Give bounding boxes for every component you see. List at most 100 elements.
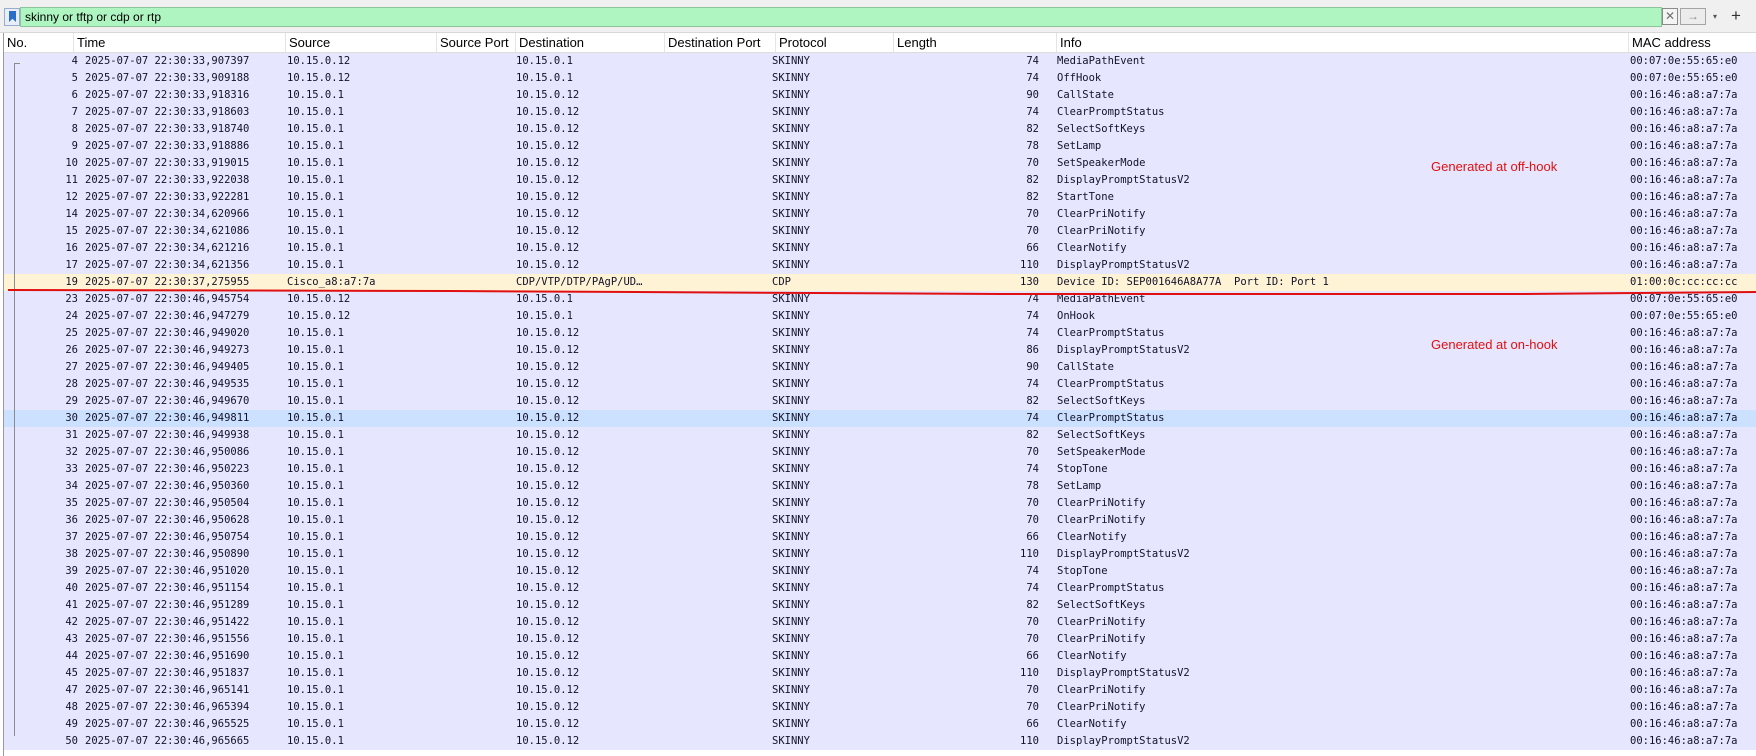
packet-protocol: SKINNY [772,446,810,458]
packet-row[interactable]: 42 2025-07-07 22:30:46,951422 10.15.0.1 10.… [4,614,1756,631]
packet-length: 70 [1026,208,1039,220]
packet-destination: 10.15.0.1 [516,72,573,84]
packet-row[interactable]: 33 2025-07-07 22:30:46,950223 10.15.0.1 10.… [4,461,1756,478]
packet-source: 10.15.0.1 [287,480,344,492]
packet-info: ClearPriNotify [1057,514,1146,526]
packet-row[interactable]: 34 2025-07-07 22:30:46,950360 10.15.0.1 10.… [4,478,1756,495]
packet-row[interactable]: 35 2025-07-07 22:30:46,950504 10.15.0.1 10.… [4,495,1756,512]
packet-row[interactable]: 16 2025-07-07 22:30:34,621216 10.15.0.1 10.… [4,240,1756,257]
packet-mac-address: 00:07:0e:55:65:e0 [1630,293,1738,305]
apply-filter-arrow-icon[interactable]: → [1680,8,1706,25]
packet-mac-address: 00:16:46:a8:a7:7a [1630,123,1738,135]
packet-destination-port [662,733,774,750]
column-header-info[interactable]: Info [1057,33,1629,53]
packet-info: SetLamp [1057,480,1102,492]
packet-row[interactable]: 48 2025-07-07 22:30:46,965394 10.15.0.1 10.… [4,699,1756,716]
packet-protocol: SKINNY [772,361,810,373]
packet-row[interactable]: 45 2025-07-07 22:30:46,951837 10.15.0.1 10.… [4,665,1756,682]
packet-row[interactable]: 12 2025-07-07 22:30:33,922281 10.15.0.1 10.… [4,189,1756,206]
column-header-destination-port[interactable]: Destination Port [665,33,776,53]
packet-destination: 10.15.0.12 [516,191,580,203]
packet-row[interactable]: 14 2025-07-07 22:30:34,620966 10.15.0.1 10.… [4,206,1756,223]
packet-row[interactable]: 17 2025-07-07 22:30:34,621356 10.15.0.1 10.… [4,257,1756,274]
packet-source-port [437,699,517,716]
packet-length: 74 [1026,378,1039,390]
packet-destination-port [662,495,774,512]
packet-row[interactable]: 41 2025-07-07 22:30:46,951289 10.15.0.1 10.… [4,597,1756,614]
packet-row[interactable]: 38 2025-07-07 22:30:46,950890 10.15.0.1 10.… [4,546,1756,563]
column-header-no[interactable]: No. [4,33,74,53]
packet-time: 2025-07-07 22:30:46,950890 [85,548,250,560]
packet-row[interactable]: 6 2025-07-07 22:30:33,918316 10.15.0.1 10.1… [4,87,1756,104]
column-header-time[interactable]: Time [74,33,286,53]
column-header-protocol[interactable]: Protocol [776,33,894,53]
column-header-mac-address[interactable]: MAC address [1629,33,1756,53]
packet-length: 86 [1026,344,1039,356]
packet-row[interactable]: 9 2025-07-07 22:30:33,918886 10.15.0.1 10.1… [4,138,1756,155]
packet-row[interactable]: 19 2025-07-07 22:30:37,275955 Cisco_a8:a7:… [4,274,1756,291]
packet-destination: 10.15.0.12 [516,242,580,254]
packet-row[interactable]: 23 2025-07-07 22:30:46,945754 10.15.0.12 10… [4,291,1756,308]
packet-destination-port [662,512,774,529]
packet-row[interactable]: 43 2025-07-07 22:30:46,951556 10.15.0.1 10.… [4,631,1756,648]
packet-row[interactable]: 5 2025-07-07 22:30:33,909188 10.15.0.12 10.… [4,70,1756,87]
packet-protocol: SKINNY [772,157,810,169]
packet-source: 10.15.0.1 [287,157,344,169]
packet-row[interactable]: 30 2025-07-07 22:30:46,949811 10.15.0.1 10.… [4,410,1756,427]
packet-source: 10.15.0.1 [287,429,344,441]
packet-row[interactable]: 8 2025-07-07 22:30:33,918740 10.15.0.1 10.1… [4,121,1756,138]
packet-source-port [437,665,517,682]
column-header-destination[interactable]: Destination [516,33,665,53]
packet-row[interactable]: 32 2025-07-07 22:30:46,950086 10.15.0.1 10.… [4,444,1756,461]
packet-row[interactable]: 28 2025-07-07 22:30:46,949535 10.15.0.1 10.… [4,376,1756,393]
packet-source-port [437,155,517,172]
packet-row[interactable]: 40 2025-07-07 22:30:46,951154 10.15.0.1 10.… [4,580,1756,597]
packet-row[interactable]: 7 2025-07-07 22:30:33,918603 10.15.0.1 10.1… [4,104,1756,121]
packet-destination-port [662,189,774,206]
packet-length: 74 [1026,310,1039,322]
clear-filter-icon[interactable]: ✕ [1662,8,1678,25]
packet-protocol: SKINNY [772,344,810,356]
packet-source: 10.15.0.1 [287,582,344,594]
packet-protocol: SKINNY [772,55,810,67]
column-header-source[interactable]: Source [286,33,437,53]
packet-length: 82 [1026,395,1039,407]
packet-row[interactable]: 11 2025-07-07 22:30:33,922038 10.15.0.1 10.… [4,172,1756,189]
packet-destination-port [662,478,774,495]
packet-row[interactable]: 27 2025-07-07 22:30:46,949405 10.15.0.1 10.… [4,359,1756,376]
packet-info: SelectSoftKeys [1057,123,1146,135]
packet-destination-port [662,257,774,274]
packet-source-port [437,546,517,563]
packet-info: MediaPathEvent [1057,293,1146,305]
packet-length: 66 [1026,718,1039,730]
column-header-source-port[interactable]: Source Port [437,33,516,53]
packet-row[interactable]: 36 2025-07-07 22:30:46,950628 10.15.0.1 10.… [4,512,1756,529]
packet-row[interactable]: 44 2025-07-07 22:30:46,951690 10.15.0.1 10.… [4,648,1756,665]
packet-destination-port [662,682,774,699]
packet-time: 2025-07-07 22:30:46,949811 [85,412,250,424]
packet-row[interactable]: 39 2025-07-07 22:30:46,951020 10.15.0.1 10.… [4,563,1756,580]
packet-row[interactable]: 4 2025-07-07 22:30:33,907397 10.15.0.12 10.… [4,53,1756,70]
packet-destination-port [662,70,774,87]
packet-row[interactable]: 49 2025-07-07 22:30:46,965525 10.15.0.1 10.… [4,716,1756,733]
packet-source-port [437,121,517,138]
packet-protocol: SKINNY [772,259,810,271]
packet-row[interactable]: 47 2025-07-07 22:30:46,965141 10.15.0.1 10.… [4,682,1756,699]
packet-row[interactable]: 31 2025-07-07 22:30:46,949938 10.15.0.1 10.… [4,427,1756,444]
packet-number: 4 [71,55,78,67]
packet-row[interactable]: 50 2025-07-07 22:30:46,965665 10.15.0.1 10.… [4,733,1756,750]
packet-row[interactable]: 24 2025-07-07 22:30:46,947279 10.15.0.12 10… [4,308,1756,325]
display-filter-input[interactable] [20,7,1662,27]
packet-row[interactable]: 37 2025-07-07 22:30:46,950754 10.15.0.1 10.… [4,529,1756,546]
packet-source-port [437,529,517,546]
packet-row[interactable]: 15 2025-07-07 22:30:34,621086 10.15.0.1 10.… [4,223,1756,240]
packet-row[interactable]: 29 2025-07-07 22:30:46,949670 10.15.0.1 10.… [4,393,1756,410]
packet-destination-port [662,138,774,155]
packet-number: 30 [65,412,78,424]
packet-length: 74 [1026,412,1039,424]
packet-source-port [437,597,517,614]
filter-bookmark-icon[interactable] [4,8,20,26]
column-header-length[interactable]: Length [894,33,1057,53]
filter-history-chevron-down-icon[interactable]: ▾ [1708,8,1722,25]
add-filter-button-plus-icon[interactable]: + [1726,6,1746,26]
